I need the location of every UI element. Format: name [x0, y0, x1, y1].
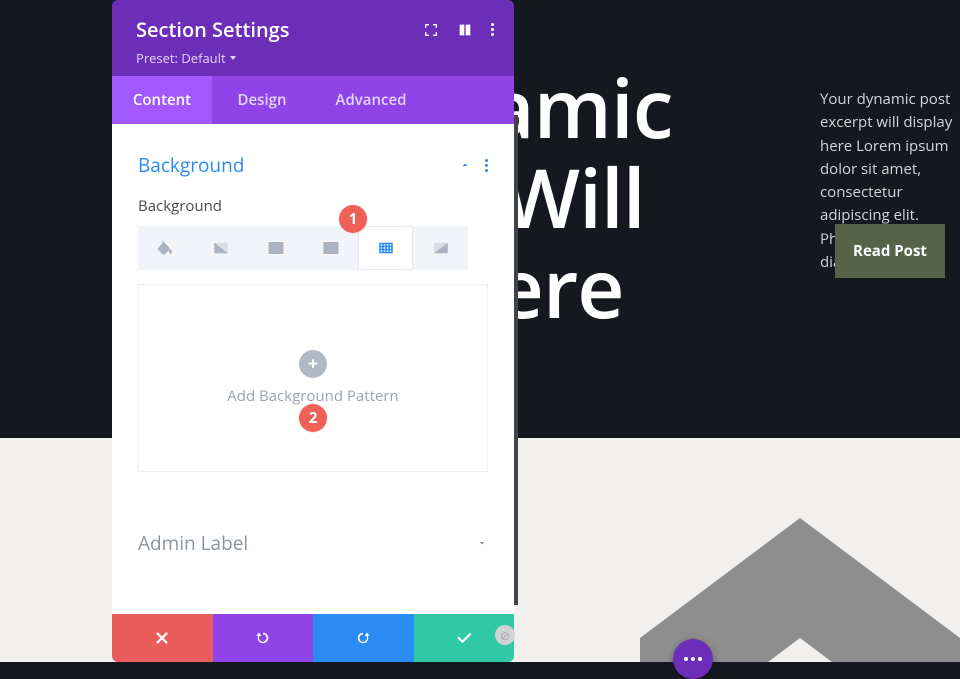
- bg-tab-mask[interactable]: [413, 226, 468, 270]
- bg-tab-color[interactable]: [138, 226, 193, 270]
- panel-footer: [112, 614, 514, 662]
- tab-design[interactable]: Design: [212, 76, 312, 124]
- bg-tab-image[interactable]: [248, 226, 303, 270]
- panel-title: Section Settings: [136, 16, 290, 43]
- bg-tab-gradient[interactable]: [193, 226, 248, 270]
- background-section-title: Background: [138, 152, 244, 178]
- callout-badge-2: 2: [299, 404, 327, 432]
- panel-body: Background Background: [112, 124, 514, 614]
- kebab-menu-icon[interactable]: [491, 23, 494, 36]
- chevron-up-icon[interactable]: [459, 159, 471, 171]
- background-section-header[interactable]: Background: [138, 152, 488, 178]
- callout-badge-1: 1: [339, 205, 367, 233]
- bg-tab-pattern[interactable]: [358, 226, 413, 270]
- add-background-pattern-button[interactable]: + Add Background Pattern: [138, 284, 488, 472]
- expand-icon[interactable]: [423, 22, 439, 38]
- add-pattern-label: Add Background Pattern: [227, 386, 398, 406]
- close-icon: [153, 629, 171, 647]
- panel-header-actions: [423, 22, 494, 38]
- preset-dropdown[interactable]: Preset: Default: [136, 49, 236, 67]
- admin-label-title: Admin Label: [138, 530, 248, 556]
- redo-icon: [354, 629, 372, 647]
- undo-button[interactable]: [213, 614, 314, 662]
- help-ghost-icon[interactable]: ⊘: [495, 625, 515, 645]
- panel-header: Section Settings Preset: Default: [112, 0, 514, 76]
- admin-label-section-header[interactable]: Admin Label: [138, 530, 488, 578]
- tab-content[interactable]: Content: [112, 76, 212, 124]
- cancel-button[interactable]: [112, 614, 213, 662]
- plus-icon: +: [299, 350, 327, 378]
- chevron-down-icon: [476, 537, 488, 549]
- section-kebab-icon[interactable]: [485, 159, 488, 172]
- redo-button[interactable]: [313, 614, 414, 662]
- caret-down-icon: [230, 56, 236, 60]
- settings-tabs: Content Design Advanced: [112, 76, 514, 124]
- background-field-label: Background: [138, 196, 488, 216]
- undo-icon: [254, 629, 272, 647]
- preset-label: Preset: Default: [136, 49, 226, 67]
- background-type-tabs: [138, 226, 488, 270]
- read-post-button[interactable]: Read Post: [835, 224, 945, 278]
- tab-advanced[interactable]: Advanced: [312, 76, 430, 124]
- settings-panel: Section Settings Preset: Default Content…: [112, 0, 514, 662]
- section-quick-actions-button[interactable]: [673, 639, 713, 679]
- decorative-chevron-icon: [600, 478, 960, 662]
- columns-icon[interactable]: [457, 22, 473, 38]
- check-icon: [455, 629, 473, 647]
